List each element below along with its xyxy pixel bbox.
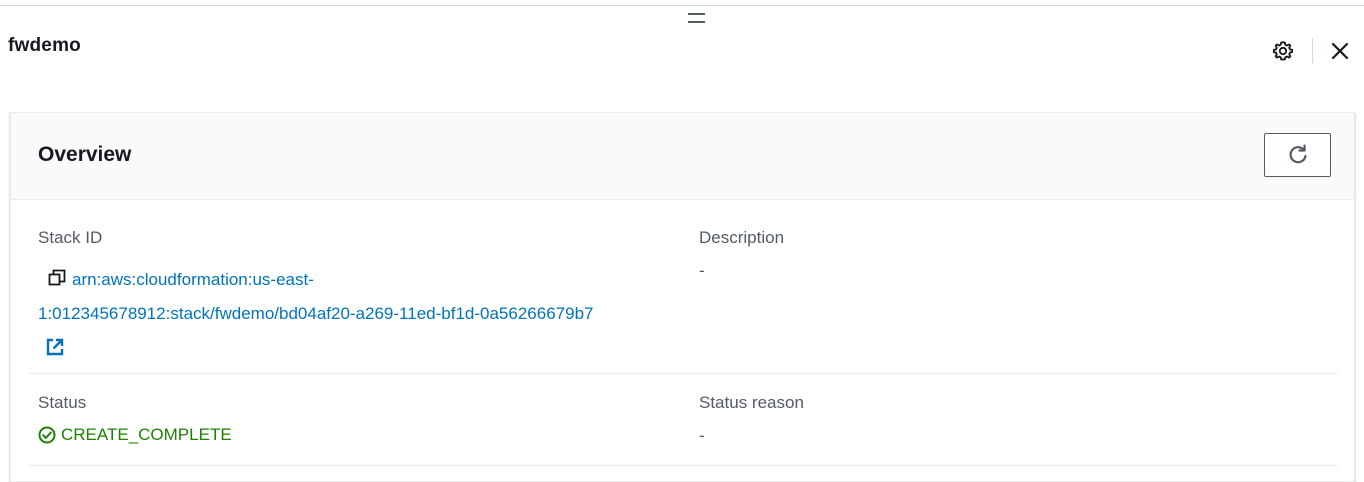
status-text: CREATE_COMPLETE bbox=[61, 425, 232, 444]
top-divider bbox=[0, 5, 1364, 6]
copy-icon[interactable] bbox=[48, 269, 66, 287]
header-divider bbox=[1312, 38, 1313, 63]
status-reason-value: - bbox=[699, 426, 705, 445]
status-reason-label: Status reason bbox=[699, 393, 804, 412]
row-divider bbox=[28, 465, 1338, 466]
refresh-button[interactable] bbox=[1264, 133, 1331, 177]
stack-id-link[interactable]: arn:aws:cloudformation:us-east-1:0123456… bbox=[38, 270, 593, 323]
close-button[interactable] bbox=[1327, 38, 1353, 64]
status-value: CREATE_COMPLETE bbox=[38, 425, 232, 445]
settings-button[interactable] bbox=[1270, 38, 1296, 64]
external-link-icon[interactable] bbox=[46, 338, 64, 356]
stack-id-value: arn:aws:cloudformation:us-east-1:0123456… bbox=[38, 263, 598, 365]
description-value: - bbox=[699, 261, 705, 280]
gear-icon bbox=[1272, 41, 1294, 61]
overview-title: Overview bbox=[38, 143, 132, 166]
row-divider bbox=[28, 373, 1338, 374]
description-label: Description bbox=[699, 228, 785, 247]
overview-header: Overview bbox=[11, 113, 1354, 200]
drag-handle-icon[interactable] bbox=[688, 13, 705, 23]
overview-panel: Overview Stack ID arn:aws:cloudformation… bbox=[10, 112, 1355, 482]
close-icon bbox=[1331, 42, 1349, 60]
stack-id-label: Stack ID bbox=[38, 228, 103, 247]
page-title: fwdemo bbox=[8, 35, 81, 56]
check-circle-icon bbox=[38, 426, 56, 444]
refresh-icon bbox=[1289, 144, 1307, 164]
status-label: Status bbox=[38, 393, 87, 412]
